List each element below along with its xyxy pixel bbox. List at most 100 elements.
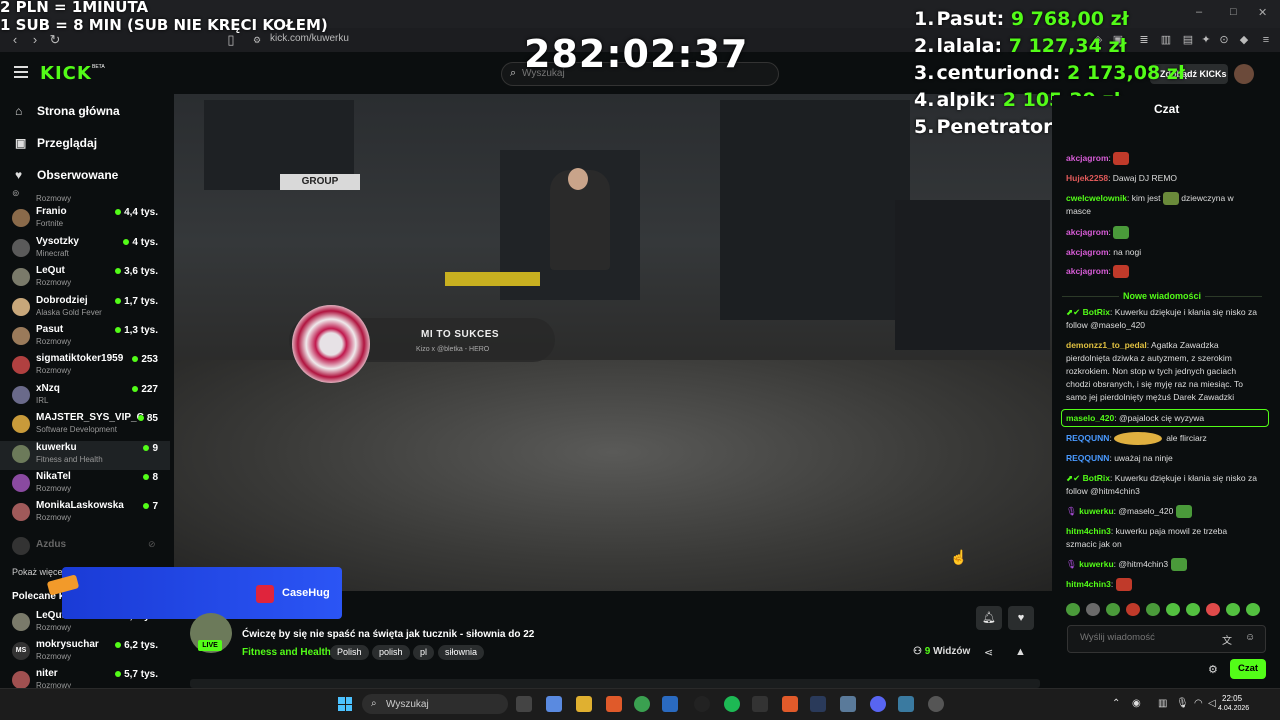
close-window-button[interactable]: ✕ bbox=[1258, 6, 1267, 19]
kick-logo[interactable]: KICK bbox=[40, 63, 92, 84]
user-avatar[interactable] bbox=[1234, 64, 1254, 84]
chat-input[interactable] bbox=[1080, 632, 1210, 643]
chat-username[interactable]: akcjagrom bbox=[1066, 247, 1109, 257]
url-text[interactable]: kick.com/kuwerku bbox=[270, 33, 349, 44]
menu-icon[interactable] bbox=[14, 66, 28, 80]
emote-icon[interactable] bbox=[1126, 603, 1140, 617]
emote-icon[interactable] bbox=[1146, 603, 1160, 617]
nav-browse[interactable]: ▣ Przeglądaj bbox=[15, 136, 97, 150]
channel-name: kuwerku bbox=[36, 442, 77, 453]
clock-time[interactable]: 22:05 bbox=[1222, 694, 1242, 703]
reading-list-icon[interactable]: ≣ bbox=[1136, 32, 1152, 48]
sidebar-toggle-icon[interactable]: ▥ bbox=[1158, 32, 1174, 48]
emote-bar[interactable] bbox=[1066, 601, 1266, 617]
sidebar-channel[interactable]: kuwerku Fitness and Health 9 bbox=[0, 441, 170, 470]
sidebar-channel[interactable]: xNzq IRL 227 bbox=[0, 382, 170, 411]
tray-chevron-icon[interactable]: ⌃ bbox=[1112, 698, 1120, 709]
calculator-icon[interactable] bbox=[840, 696, 856, 712]
nav-home[interactable]: ⌂ Strona główna bbox=[15, 104, 120, 118]
sidebar-channel[interactable]: Pasut Rozmowy 1,3 tys. bbox=[0, 323, 170, 352]
chat-send-button[interactable]: Czat bbox=[1230, 659, 1266, 679]
chat-settings-icon[interactable]: ⚙ bbox=[1208, 663, 1218, 676]
brave-icon[interactable] bbox=[606, 696, 622, 712]
chat-username[interactable]: akcjagrom bbox=[1066, 266, 1109, 276]
sidebar-channel[interactable]: Dobrodziej Alaska Gold Fever 1,7 tys. bbox=[0, 294, 170, 323]
share-icon[interactable]: ⋖ bbox=[984, 646, 993, 659]
discord-icon[interactable] bbox=[870, 696, 886, 712]
maximize-button[interactable]: □ bbox=[1230, 6, 1237, 18]
copilot-icon[interactable] bbox=[546, 696, 562, 712]
chat-username[interactable]: BotRix bbox=[1083, 307, 1110, 317]
sidebar-channel[interactable]: Franio Fortnite 4,4 tys. bbox=[0, 205, 170, 234]
chat-username[interactable]: akcjagrom bbox=[1066, 153, 1109, 163]
app-icon[interactable] bbox=[752, 696, 768, 712]
spotify-icon[interactable] bbox=[724, 696, 740, 712]
follow-heart-icon[interactable]: ♥ bbox=[1008, 606, 1034, 630]
start-icon[interactable] bbox=[338, 697, 352, 711]
emote-icon[interactable] bbox=[1246, 603, 1260, 617]
sidebar-channel[interactable]: Vysotzky Minecraft 4 tys. bbox=[0, 235, 170, 264]
chat-username[interactable]: hitm4chin3 bbox=[1066, 579, 1111, 589]
minimize-button[interactable]: – bbox=[1196, 6, 1202, 18]
chat-username[interactable]: BotRix bbox=[1083, 473, 1110, 483]
chat-username[interactable]: kuwerku bbox=[1079, 559, 1114, 569]
emoji-icon[interactable]: ☺ bbox=[1245, 632, 1255, 643]
obs-icon[interactable] bbox=[694, 696, 710, 712]
chrome-icon[interactable] bbox=[634, 696, 650, 712]
wallet-icon[interactable]: ▤ bbox=[1180, 32, 1196, 48]
shield-icon[interactable]: ◆ bbox=[1236, 32, 1252, 48]
emote-icon[interactable] bbox=[1086, 603, 1100, 617]
menu-dots-icon[interactable]: ≡ bbox=[1258, 32, 1274, 48]
ai-icon[interactable]: ✦ bbox=[1198, 32, 1214, 48]
emote-icon[interactable] bbox=[1186, 603, 1200, 617]
channel-category: Software Development bbox=[36, 425, 117, 434]
stream-category-link[interactable]: Fitness and Health bbox=[242, 647, 331, 658]
stream-tag[interactable]: pl bbox=[413, 645, 435, 660]
report-icon[interactable]: ▲ bbox=[1015, 646, 1026, 658]
file-explorer-icon[interactable] bbox=[576, 696, 592, 712]
nav-following[interactable]: ♥ Obserwowane bbox=[15, 168, 118, 182]
notepad-icon[interactable] bbox=[898, 696, 914, 712]
steam-icon[interactable] bbox=[810, 696, 826, 712]
vpn-icon[interactable]: ⊙ bbox=[1216, 32, 1232, 48]
notification-bell-icon[interactable]: 🔔︎ bbox=[976, 606, 1002, 630]
emote-icon[interactable] bbox=[1166, 603, 1180, 617]
tray-app-icon[interactable]: ◉ bbox=[1132, 698, 1141, 709]
store-icon[interactable] bbox=[662, 696, 678, 712]
speaker-icon[interactable]: ◁ bbox=[1208, 698, 1216, 709]
task-view-icon[interactable] bbox=[516, 696, 532, 712]
emote-icon[interactable] bbox=[1226, 603, 1240, 617]
clock-date[interactable]: 4.04.2026 bbox=[1218, 705, 1249, 712]
chat-username[interactable]: akcjagrom bbox=[1066, 227, 1109, 237]
recommended-channel[interactable]: MS mokrysuchar Rozmowy 6,2 tys. bbox=[0, 638, 170, 667]
chat-username[interactable]: cwelcwelownik bbox=[1066, 193, 1127, 203]
wifi-icon[interactable]: ◠ bbox=[1194, 698, 1203, 709]
chat-username[interactable]: hitm4chin3 bbox=[1066, 526, 1111, 536]
chat-username[interactable]: Hujek2258 bbox=[1066, 173, 1108, 183]
emote-icon[interactable] bbox=[1066, 603, 1080, 617]
chat-username[interactable]: REQQUNN bbox=[1066, 453, 1109, 463]
chat-username[interactable]: maselo_420 bbox=[1066, 413, 1114, 423]
emote-icon[interactable] bbox=[1106, 603, 1120, 617]
stream-tag[interactable]: polish bbox=[372, 645, 410, 660]
settings-icon[interactable] bbox=[928, 696, 944, 712]
emote-icon[interactable] bbox=[1206, 603, 1220, 617]
chat-text: @hitm4chin3 bbox=[1118, 559, 1169, 569]
show-more-link[interactable]: Pokaż więcej bbox=[12, 567, 65, 577]
volume-mixer-icon[interactable]: ▥ bbox=[1158, 698, 1167, 709]
chat-username[interactable]: demonzz1_to_pedal bbox=[1066, 340, 1147, 350]
mic-icon[interactable]: 🎙︎ bbox=[1176, 698, 1189, 709]
sidebar-channel[interactable]: NikaTel Rozmowy 8 bbox=[0, 470, 170, 499]
chat-username[interactable]: kuwerku bbox=[1079, 506, 1114, 516]
chat-username[interactable]: REQQUNN bbox=[1066, 433, 1109, 443]
stream-tag[interactable]: siłownia bbox=[438, 645, 485, 660]
sidebar-channel[interactable]: MAJSTER_SYS_VIP_C Software Development 85 bbox=[0, 411, 170, 440]
stream-tag[interactable]: Polish bbox=[330, 645, 369, 660]
offline-channel[interactable]: Azdus bbox=[36, 539, 66, 550]
taskbar-search[interactable] bbox=[362, 694, 508, 714]
sidebar-channel[interactable]: LeQut Rozmowy 3,6 tys. bbox=[0, 264, 170, 293]
brave-icon[interactable] bbox=[782, 696, 798, 712]
sidebar-channel[interactable]: MonikaLaskowska Rozmowy 7 bbox=[0, 499, 170, 528]
translate-icon[interactable]: 文 bbox=[1222, 632, 1232, 647]
sidebar-channel[interactable]: sigmatiktoker1959 Rozmowy 253 bbox=[0, 352, 170, 381]
